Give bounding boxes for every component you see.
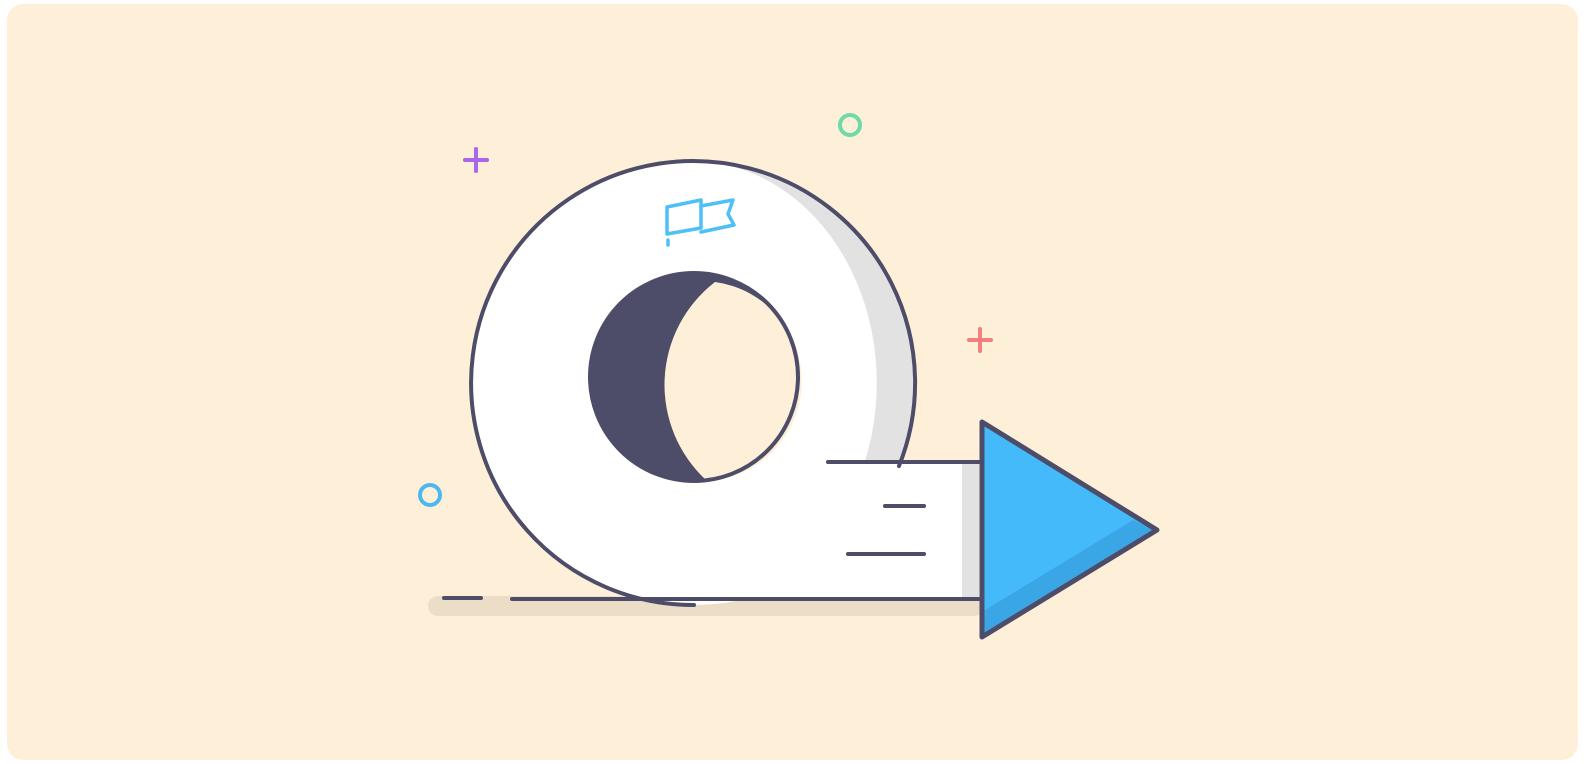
roadmap-illustration	[7, 4, 1578, 760]
illustration-card	[7, 4, 1578, 760]
